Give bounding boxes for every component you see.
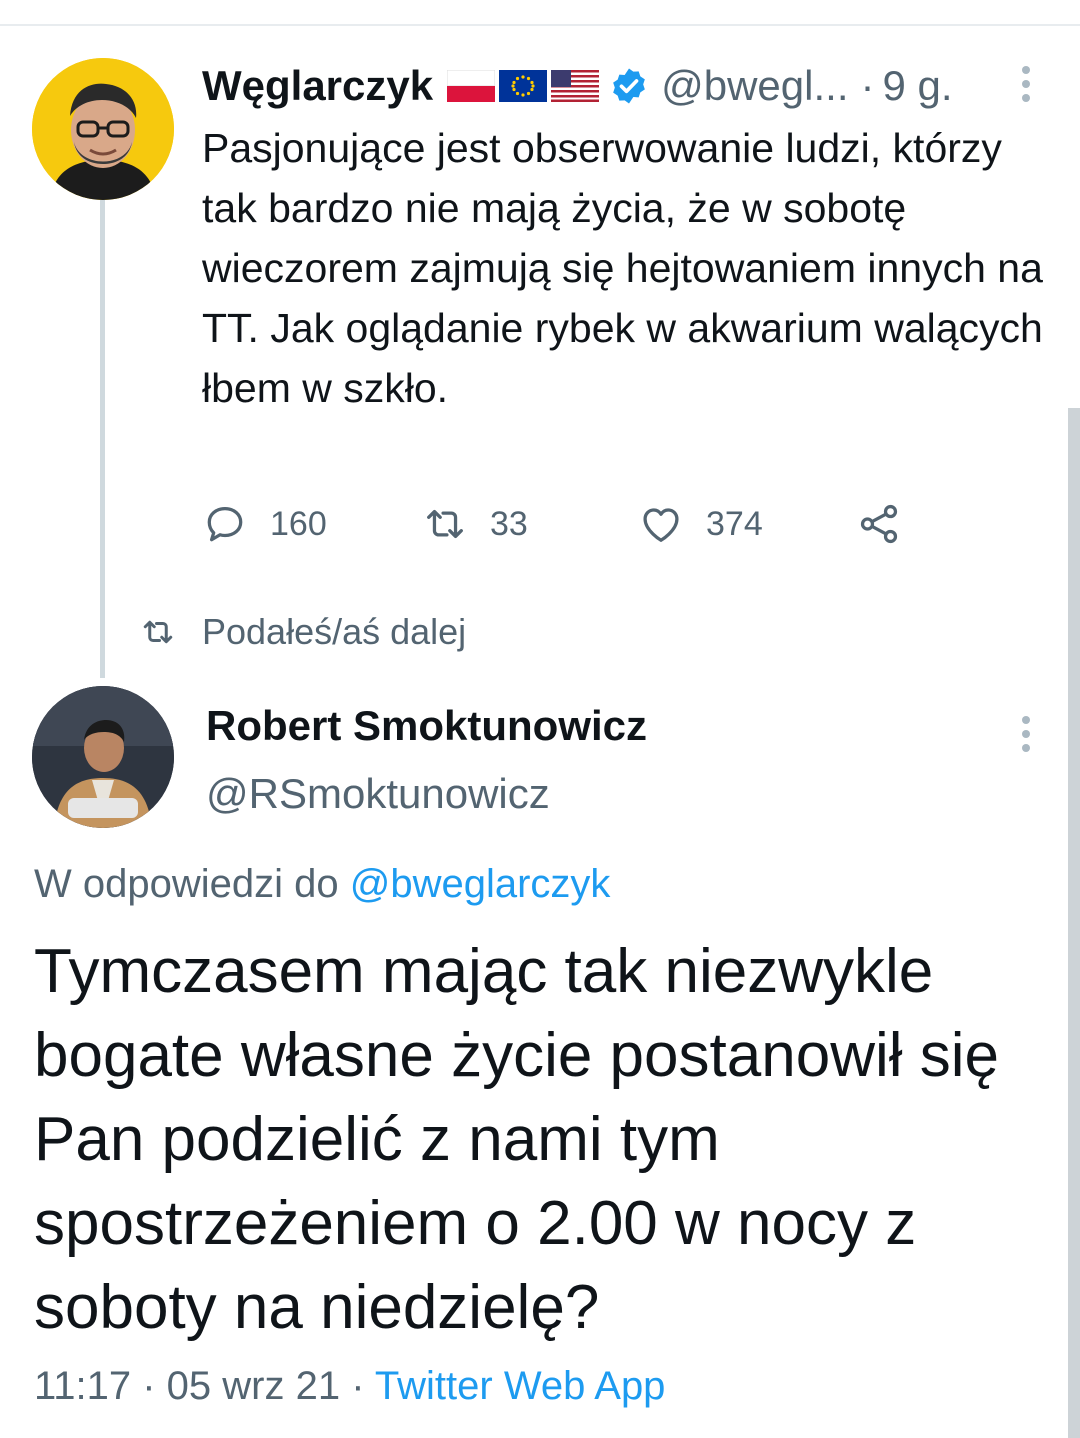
more-options-icon[interactable] (1022, 716, 1032, 752)
scrollbar[interactable] (1068, 408, 1080, 1438)
poland-flag-icon (447, 70, 496, 102)
more-options-icon[interactable] (1022, 66, 1032, 102)
avatar[interactable] (32, 58, 174, 200)
tweet-header: Węglarczyk @bwegl... · 9 g. (202, 58, 1032, 114)
tweet-text: Tymczasem mając tak niezwykle bogate wła… (34, 937, 999, 1342)
avatar-weglarczyk-image (32, 58, 174, 200)
separator-dot: · (860, 62, 875, 109)
retweet-notice-label: Podałeś/aś dalej (202, 611, 467, 652)
tweet-meta: 11:17 · 05 wrz 21 · Twitter Web App (34, 1364, 665, 1409)
share-icon (860, 504, 898, 544)
tweet-timestamp: 11:17 · 05 wrz 21 · (34, 1364, 365, 1408)
verified-badge-icon (613, 68, 645, 104)
tweet-source-link[interactable]: Twitter Web App (375, 1364, 666, 1408)
tweet-text: Pasjonujące jest obserwowanie ludzi, któ… (202, 125, 1043, 411)
like-button[interactable]: 374 (638, 496, 763, 552)
author-handle[interactable]: @bwegl... (661, 62, 848, 110)
retweet-icon (427, 509, 463, 539)
like-count: 374 (706, 504, 763, 543)
author-handle[interactable]: @RSmoktunowicz (206, 770, 550, 818)
name-flags (447, 70, 600, 102)
author-name[interactable]: Robert Smoktunowicz (206, 702, 647, 750)
retweet-small-icon (143, 620, 173, 644)
reply-context: W odpowiedzi do @bweglarczyk (34, 862, 610, 907)
top-divider (0, 24, 1080, 26)
reply-mention-link[interactable]: @bweglarczyk (350, 862, 611, 906)
reply-prefix: W odpowiedzi do (34, 862, 339, 906)
reply-icon (207, 507, 243, 542)
avatar-smoktunowicz-image (32, 686, 174, 828)
tweet-time[interactable]: 9 g. (883, 62, 953, 110)
reply-count: 160 (270, 504, 327, 543)
retweet-count: 33 (490, 504, 528, 543)
retweeted-by-you: Podałeś/aś dalej (140, 606, 466, 658)
usa-flag-icon (551, 70, 600, 102)
author-name[interactable]: Węglarczyk (202, 62, 433, 110)
eu-flag-icon (499, 70, 548, 102)
heart-icon (643, 508, 679, 542)
avatar[interactable] (32, 686, 174, 828)
reply-button[interactable]: 160 (202, 496, 327, 552)
retweet-button[interactable]: 33 (422, 496, 528, 552)
tweet-actions: 160 33 374 (202, 496, 942, 552)
thread-connector-line (100, 200, 105, 678)
share-button[interactable] (856, 496, 902, 552)
